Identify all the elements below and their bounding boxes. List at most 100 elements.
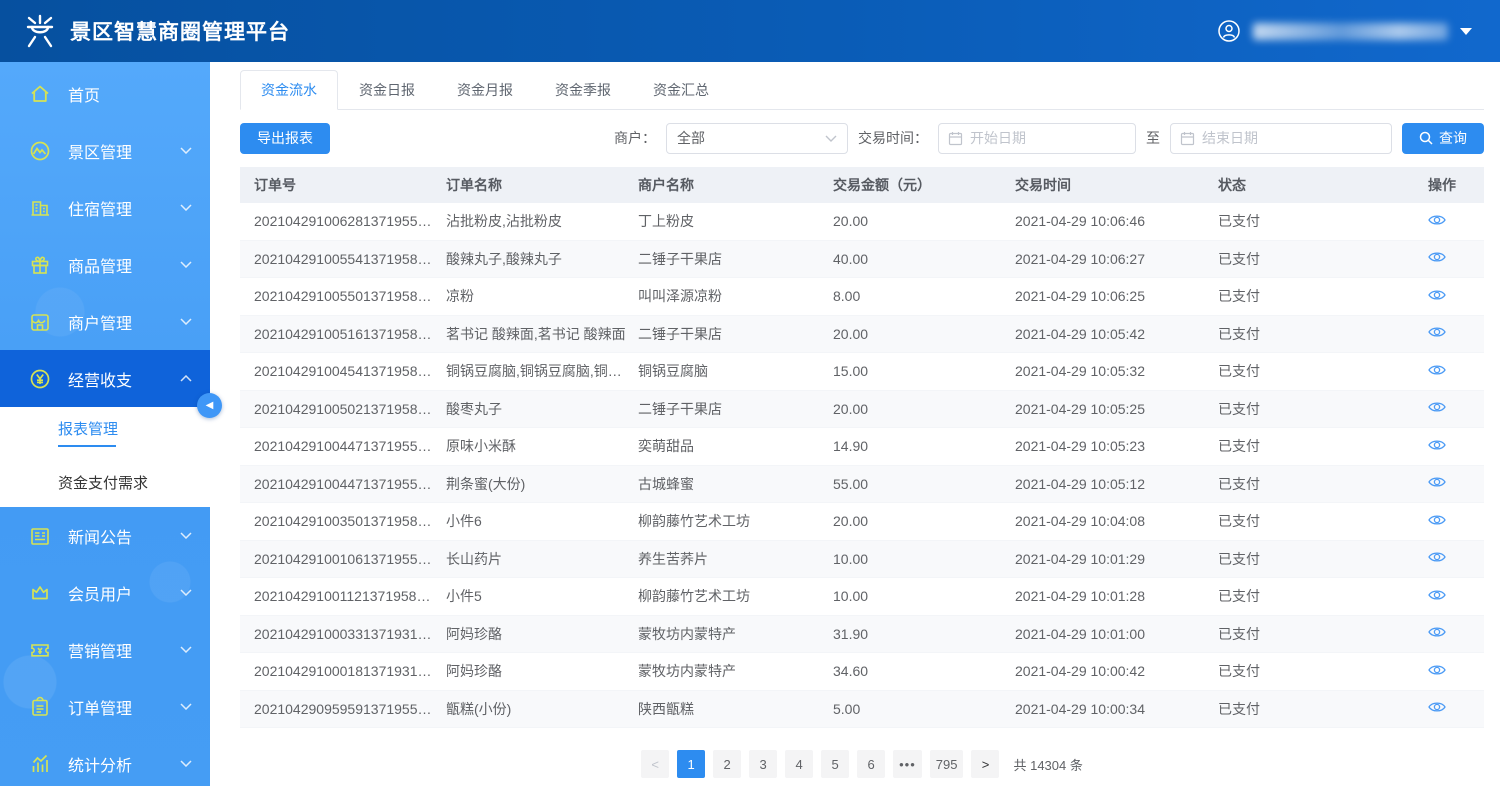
table-row: 202104291006281371955735沾批粉皮,沾批粉皮丁上粉皮20.… bbox=[240, 203, 1484, 241]
view-detail-eye-icon[interactable] bbox=[1428, 663, 1446, 677]
search-button[interactable]: 查询 bbox=[1402, 123, 1484, 154]
cell-order_no: 202104291005021371958615 bbox=[254, 401, 446, 417]
sidebar-item-label: 营销管理 bbox=[68, 638, 132, 662]
cell-amount: 20.00 bbox=[833, 513, 1015, 529]
cell-amount: 20.00 bbox=[833, 213, 1015, 229]
view-detail-eye-icon[interactable] bbox=[1428, 625, 1446, 639]
sidebar-item-merchant-management[interactable]: 商户管理 bbox=[0, 293, 210, 350]
scenic-area-icon bbox=[28, 139, 52, 163]
tab-0-active[interactable]: 资金流水 bbox=[240, 70, 338, 110]
page-button-4[interactable]: 4 bbox=[785, 750, 813, 778]
cell-amount: 31.90 bbox=[833, 626, 1015, 642]
view-detail-eye-icon[interactable] bbox=[1428, 250, 1446, 264]
cell-amount: 55.00 bbox=[833, 476, 1015, 492]
cell-operations bbox=[1423, 325, 1484, 342]
view-detail-eye-icon[interactable] bbox=[1428, 213, 1446, 227]
start-date-input[interactable] bbox=[970, 130, 1126, 146]
sidebar-item-label: 商户管理 bbox=[68, 310, 132, 334]
cell-amount: 10.00 bbox=[833, 551, 1015, 567]
view-detail-eye-icon[interactable] bbox=[1428, 550, 1446, 564]
end-date-input[interactable] bbox=[1202, 130, 1382, 146]
sidebar-item-label: 会员用户 bbox=[68, 581, 132, 605]
column-header-name: 订单名称 bbox=[446, 175, 638, 195]
cell-merchant: 奕萌甜品 bbox=[638, 436, 833, 456]
table-row: 202104291005541371958615酸辣丸子,酸辣丸子二锤子干果店4… bbox=[240, 241, 1484, 279]
view-detail-eye-icon[interactable] bbox=[1428, 438, 1446, 452]
view-detail-eye-icon[interactable] bbox=[1428, 588, 1446, 602]
submenu-item-report-management[interactable]: 报表管理 bbox=[0, 407, 210, 457]
prev-page-button[interactable]: < bbox=[641, 750, 669, 778]
chevron-down-icon bbox=[180, 261, 192, 268]
sidebar-item-orders[interactable]: 订单管理 bbox=[0, 678, 210, 735]
view-detail-eye-icon[interactable] bbox=[1428, 325, 1446, 339]
cell-name: 沾批粉皮,沾批粉皮 bbox=[446, 211, 638, 231]
tab-4[interactable]: 资金汇总 bbox=[632, 70, 730, 110]
table-row: 202104291000181371931025阿妈珍酪蒙牧坊内蒙特产34.60… bbox=[240, 653, 1484, 691]
sidebar-item-news[interactable]: 新闻公告 bbox=[0, 507, 210, 564]
submenu-item-label: 报表管理 bbox=[58, 418, 210, 439]
user-dropdown-caret-icon[interactable] bbox=[1460, 28, 1472, 35]
tab-1[interactable]: 资金日报 bbox=[338, 70, 436, 110]
export-report-button[interactable]: 导出报表 bbox=[240, 123, 330, 154]
view-detail-eye-icon[interactable] bbox=[1428, 700, 1446, 714]
sidebar-item-goods-management[interactable]: 商品管理 bbox=[0, 236, 210, 293]
page-button-2[interactable]: 2 bbox=[713, 750, 741, 778]
page-button-6[interactable]: 6 bbox=[857, 750, 885, 778]
cell-time: 2021-04-29 10:06:27 bbox=[1015, 251, 1218, 267]
cell-status: 已支付 bbox=[1218, 474, 1423, 494]
page-button-5[interactable]: 5 bbox=[821, 750, 849, 778]
sidebar-item-statistics[interactable]: 统计分析 bbox=[0, 735, 210, 786]
submenu-item-fund-payment-request[interactable]: 资金支付需求 bbox=[0, 457, 210, 507]
merchant-select-value: 全部 bbox=[677, 128, 705, 148]
page-ellipsis[interactable]: ••• bbox=[893, 750, 922, 778]
search-button-label: 查询 bbox=[1439, 128, 1467, 148]
cell-order_no: 202104291001061371955883 bbox=[254, 551, 446, 567]
cell-operations bbox=[1423, 625, 1484, 642]
view-detail-eye-icon[interactable] bbox=[1428, 288, 1446, 302]
cell-name: 酸辣丸子,酸辣丸子 bbox=[446, 249, 638, 269]
tab-2[interactable]: 资金月报 bbox=[436, 70, 534, 110]
page-button-3[interactable]: 3 bbox=[749, 750, 777, 778]
view-detail-eye-icon[interactable] bbox=[1428, 400, 1446, 414]
cell-status: 已支付 bbox=[1218, 286, 1423, 306]
pagination-total: 共 14304 条 bbox=[1013, 755, 1082, 774]
chevron-down-icon bbox=[180, 646, 192, 653]
chevron-down-icon bbox=[180, 760, 192, 767]
sidebar: 首页 景区管理 住宿管理 商品管理 商 bbox=[0, 62, 210, 786]
merchant-select[interactable]: 全部 bbox=[666, 123, 848, 154]
sidebar-item-finance[interactable]: 经营收支 bbox=[0, 350, 210, 407]
date-range-separator: 至 bbox=[1146, 128, 1160, 148]
page-button-795[interactable]: 795 bbox=[930, 750, 964, 778]
next-page-button[interactable]: > bbox=[971, 750, 999, 778]
tab-3[interactable]: 资金季报 bbox=[534, 70, 632, 110]
user-menu[interactable] bbox=[1217, 19, 1472, 43]
column-header-merchant: 商户名称 bbox=[638, 175, 833, 195]
sidebar-item-lodging-management[interactable]: 住宿管理 bbox=[0, 179, 210, 236]
column-header-ops: 操作 bbox=[1423, 175, 1484, 195]
cell-operations bbox=[1423, 663, 1484, 680]
cell-name: 甑糕(小份) bbox=[446, 699, 638, 719]
view-detail-eye-icon[interactable] bbox=[1428, 513, 1446, 527]
chevron-down-icon bbox=[180, 147, 192, 154]
cell-time: 2021-04-29 10:01:29 bbox=[1015, 551, 1218, 567]
chevron-down-icon bbox=[180, 532, 192, 539]
page-button-1[interactable]: 1 bbox=[677, 750, 705, 778]
cell-merchant: 丁上粉皮 bbox=[638, 211, 833, 231]
column-header-amount: 交易金额（元） bbox=[833, 175, 1015, 195]
start-date-picker[interactable] bbox=[938, 123, 1136, 154]
view-detail-eye-icon[interactable] bbox=[1428, 363, 1446, 377]
sidebar-item-scenic-management[interactable]: 景区管理 bbox=[0, 122, 210, 179]
sidebar-item-home[interactable]: 首页 bbox=[0, 65, 210, 122]
sidebar-collapse-handle[interactable]: ◀ bbox=[197, 393, 222, 418]
end-date-picker[interactable] bbox=[1170, 123, 1392, 154]
member-icon bbox=[28, 581, 52, 605]
sidebar-item-label: 住宿管理 bbox=[68, 196, 132, 220]
sidebar-item-members[interactable]: 会员用户 bbox=[0, 564, 210, 621]
cell-amount: 5.00 bbox=[833, 701, 1015, 717]
view-detail-eye-icon[interactable] bbox=[1428, 475, 1446, 489]
sidebar-item-marketing[interactable]: 营销管理 bbox=[0, 621, 210, 678]
cell-time: 2021-04-29 10:05:32 bbox=[1015, 363, 1218, 379]
sidebar-item-label: 首页 bbox=[68, 82, 100, 106]
cell-order_no: 202104290959591371955751 bbox=[254, 701, 446, 717]
cell-operations bbox=[1423, 400, 1484, 417]
